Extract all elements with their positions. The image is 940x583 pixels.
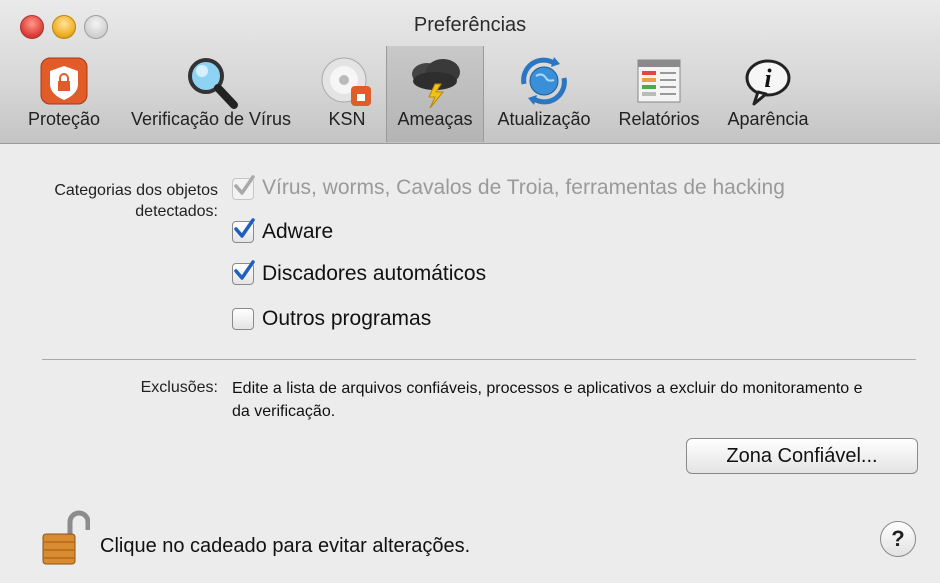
exclusions-description: Edite a lista de arquivos confiáveis, pr…	[232, 380, 863, 420]
toolbar-aparencia[interactable]: i Aparência	[716, 46, 820, 142]
checkbox-discadores[interactable]	[232, 260, 255, 285]
toolbar-label: Proteção	[27, 109, 101, 129]
checkbox-outros-programas[interactable]	[232, 308, 254, 330]
checkmark-icon	[234, 175, 255, 195]
categories-label: Categorias dos objetos detectados:	[54, 182, 218, 220]
help-button[interactable]: ?	[880, 521, 916, 557]
checkbox-label: Vírus, worms, Cavalos de Troia, ferramen…	[262, 176, 785, 199]
toolbar-label: Ameaças	[397, 109, 473, 129]
divider	[42, 359, 916, 360]
toolbar-relatorios[interactable]: Relatórios	[608, 46, 710, 142]
magnifier-icon	[188, 58, 238, 109]
toolbar-label: KSN	[328, 109, 366, 129]
toolbar-label: Relatórios	[618, 109, 700, 129]
globe-refresh-icon	[521, 57, 567, 105]
toolbar-verificacao-virus[interactable]: Verificação de Vírus	[116, 46, 306, 142]
lock-hint-text: Clique no cadeado para evitar alterações…	[100, 535, 471, 557]
storm-cloud-icon	[412, 59, 460, 109]
padlock-open-icon[interactable]	[40, 510, 90, 566]
svg-text:i: i	[764, 64, 772, 93]
toolbar-label: Aparência	[727, 109, 809, 129]
checkmark-icon	[234, 260, 255, 280]
exclusions-label: Exclusões:	[140, 379, 218, 396]
checkbox-virus-worms	[232, 175, 255, 200]
shield-lock-icon	[40, 57, 88, 105]
checkbox-adware[interactable]	[232, 218, 255, 243]
title-and-toolbar: Preferências Proteção Verificação de Vír…	[0, 0, 940, 144]
toolbar-protecao[interactable]: Proteção	[18, 46, 110, 142]
info-bubble-icon: i	[745, 59, 791, 106]
trusted-zone-button[interactable]: Zona Confiável...	[686, 438, 918, 474]
disc-shield-icon	[321, 57, 371, 106]
toolbar-label: Atualização	[497, 109, 591, 129]
preferences-window: Preferências Proteção Verificação de Vír…	[0, 0, 940, 583]
checkbox-label: Adware	[262, 220, 334, 243]
checkbox-label: Discadores automáticos	[262, 262, 487, 285]
toolbar-ksn[interactable]: KSN	[314, 46, 380, 142]
report-table-icon	[637, 59, 681, 103]
checkbox-label: Outros programas	[262, 307, 432, 330]
toolbar-ameacas[interactable]: Ameaças	[386, 46, 484, 142]
toolbar-label: Verificação de Vírus	[130, 109, 292, 129]
window-title: Preferências	[413, 14, 527, 36]
toolbar-atualizacao[interactable]: Atualização	[488, 46, 600, 142]
checkmark-icon	[234, 218, 255, 238]
